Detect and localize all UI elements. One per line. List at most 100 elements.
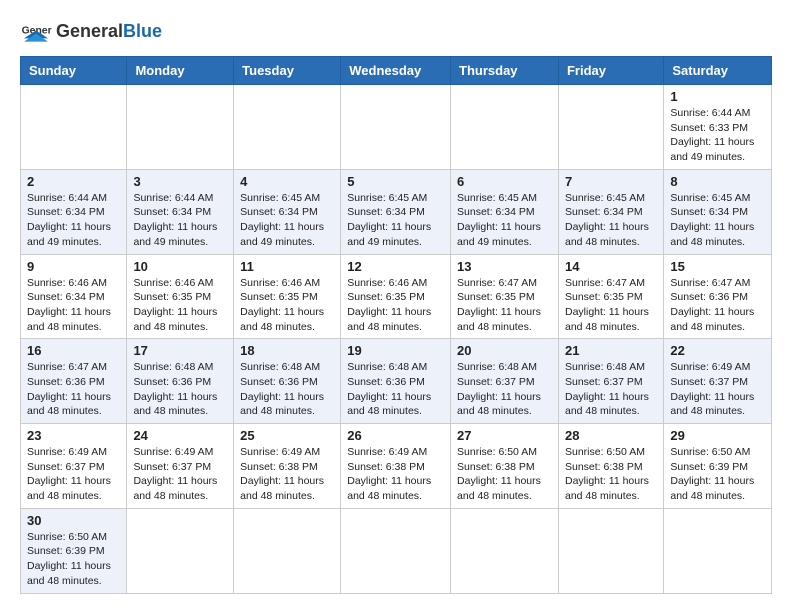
- day-number: 26: [347, 428, 444, 443]
- day-number: 17: [133, 343, 227, 358]
- calendar-cell: 27Sunrise: 6:50 AM Sunset: 6:38 PM Dayli…: [451, 424, 559, 509]
- calendar-cell: 3Sunrise: 6:44 AM Sunset: 6:34 PM Daylig…: [127, 169, 234, 254]
- calendar-cell: 13 Sunrise: 6:47 AM Sunset: 6:35 PM Dayli…: [451, 254, 559, 339]
- day-number: 8: [670, 174, 765, 189]
- calendar-cell: 8 Sunrise: 6:45 AM Sunset: 6:34 PM Daylig…: [664, 169, 772, 254]
- calendar-cell: 6Sunrise: 6:45 AM Sunset: 6:34 PM Daylig…: [451, 169, 559, 254]
- day-number: 13: [457, 259, 552, 274]
- calendar-cell: 1 Sunrise: 6:44 AM Sunset: 6:33 PM Daylig…: [664, 85, 772, 170]
- day-number: 11: [240, 259, 334, 274]
- calendar-cell: 5Sunrise: 6:45 AM Sunset: 6:34 PM Daylig…: [341, 169, 451, 254]
- page-header: General GeneralBlue: [20, 16, 772, 48]
- day-number: 14: [565, 259, 657, 274]
- calendar-cell: 9 Sunrise: 6:46 AM Sunset: 6:34 PM Daylig…: [21, 254, 127, 339]
- day-info: Sunrise: 6:48 AM Sunset: 6:36 PM Dayligh…: [347, 360, 444, 419]
- day-info: Sunrise: 6:49 AM Sunset: 6:37 PM Dayligh…: [27, 445, 120, 504]
- day-number: 1: [670, 89, 765, 104]
- day-info: Sunrise: 6:49 AM Sunset: 6:38 PM Dayligh…: [347, 445, 444, 504]
- day-number: 30: [27, 513, 120, 528]
- day-info: Sunrise: 6:47 AM Sunset: 6:35 PM Dayligh…: [457, 276, 552, 335]
- day-info: Sunrise: 6:49 AM Sunset: 6:38 PM Dayligh…: [240, 445, 334, 504]
- calendar-cell: 29Sunrise: 6:50 AM Sunset: 6:39 PM Dayli…: [664, 424, 772, 509]
- calendar-cell: [234, 85, 341, 170]
- calendar-cell: 14 Sunrise: 6:47 AM Sunset: 6:35 PM Dayli…: [558, 254, 663, 339]
- calendar-cell: 26 Sunrise: 6:49 AM Sunset: 6:38 PM Dayli…: [341, 424, 451, 509]
- calendar-cell: 21 Sunrise: 6:48 AM Sunset: 6:37 PM Dayli…: [558, 339, 663, 424]
- day-number: 9: [27, 259, 120, 274]
- calendar-week-row: 23 Sunrise: 6:49 AM Sunset: 6:37 PM Dayli…: [21, 424, 772, 509]
- day-info: Sunrise: 6:46 AM Sunset: 6:34 PM Dayligh…: [27, 276, 120, 335]
- day-of-week-header: Tuesday: [234, 57, 341, 85]
- day-info: Sunrise: 6:44 AM Sunset: 6:33 PM Dayligh…: [670, 106, 765, 165]
- calendar-table: SundayMondayTuesdayWednesdayThursdayFrid…: [20, 56, 772, 594]
- day-info: Sunrise: 6:50 AM Sunset: 6:39 PM Dayligh…: [27, 530, 120, 589]
- calendar-cell: [127, 508, 234, 593]
- day-number: 23: [27, 428, 120, 443]
- calendar-cell: [341, 85, 451, 170]
- day-info: Sunrise: 6:48 AM Sunset: 6:36 PM Dayligh…: [133, 360, 227, 419]
- day-info: Sunrise: 6:48 AM Sunset: 6:37 PM Dayligh…: [565, 360, 657, 419]
- calendar-week-row: 9 Sunrise: 6:46 AM Sunset: 6:34 PM Daylig…: [21, 254, 772, 339]
- day-info: Sunrise: 6:50 AM Sunset: 6:39 PM Dayligh…: [670, 445, 765, 504]
- calendar-week-row: 1 Sunrise: 6:44 AM Sunset: 6:33 PM Daylig…: [21, 85, 772, 170]
- day-number: 3: [133, 174, 227, 189]
- day-number: 5: [347, 174, 444, 189]
- calendar-cell: 17 Sunrise: 6:48 AM Sunset: 6:36 PM Dayli…: [127, 339, 234, 424]
- day-of-week-header: Thursday: [451, 57, 559, 85]
- day-info: Sunrise: 6:46 AM Sunset: 6:35 PM Dayligh…: [347, 276, 444, 335]
- day-info: Sunrise: 6:44 AM Sunset: 6:34 PM Dayligh…: [27, 191, 120, 250]
- day-info: Sunrise: 6:47 AM Sunset: 6:35 PM Dayligh…: [565, 276, 657, 335]
- calendar-cell: 23 Sunrise: 6:49 AM Sunset: 6:37 PM Dayli…: [21, 424, 127, 509]
- calendar-cell: [664, 508, 772, 593]
- day-info: Sunrise: 6:47 AM Sunset: 6:36 PM Dayligh…: [670, 276, 765, 335]
- day-number: 24: [133, 428, 227, 443]
- day-number: 19: [347, 343, 444, 358]
- day-number: 4: [240, 174, 334, 189]
- calendar-cell: 10 Sunrise: 6:46 AM Sunset: 6:35 PM Dayli…: [127, 254, 234, 339]
- calendar-cell: [234, 508, 341, 593]
- day-info: Sunrise: 6:45 AM Sunset: 6:34 PM Dayligh…: [565, 191, 657, 250]
- day-number: 12: [347, 259, 444, 274]
- calendar-cell: 19 Sunrise: 6:48 AM Sunset: 6:36 PM Dayli…: [341, 339, 451, 424]
- calendar-cell: 18Sunrise: 6:48 AM Sunset: 6:36 PM Dayli…: [234, 339, 341, 424]
- calendar-cell: 25 Sunrise: 6:49 AM Sunset: 6:38 PM Dayli…: [234, 424, 341, 509]
- calendar-cell: [21, 85, 127, 170]
- calendar-cell: 7 Sunrise: 6:45 AM Sunset: 6:34 PM Daylig…: [558, 169, 663, 254]
- day-number: 7: [565, 174, 657, 189]
- day-number: 25: [240, 428, 334, 443]
- calendar-cell: [558, 85, 663, 170]
- calendar-week-row: 2 Sunrise: 6:44 AM Sunset: 6:34 PM Daylig…: [21, 169, 772, 254]
- calendar-cell: 16Sunrise: 6:47 AM Sunset: 6:36 PM Dayli…: [21, 339, 127, 424]
- day-info: Sunrise: 6:45 AM Sunset: 6:34 PM Dayligh…: [457, 191, 552, 250]
- day-number: 10: [133, 259, 227, 274]
- calendar-cell: 20Sunrise: 6:48 AM Sunset: 6:37 PM Dayli…: [451, 339, 559, 424]
- day-number: 2: [27, 174, 120, 189]
- day-number: 27: [457, 428, 552, 443]
- calendar-cell: 24Sunrise: 6:49 AM Sunset: 6:37 PM Dayli…: [127, 424, 234, 509]
- calendar-cell: [127, 85, 234, 170]
- day-info: Sunrise: 6:46 AM Sunset: 6:35 PM Dayligh…: [133, 276, 227, 335]
- day-of-week-header: Monday: [127, 57, 234, 85]
- day-info: Sunrise: 6:49 AM Sunset: 6:37 PM Dayligh…: [670, 360, 765, 419]
- day-number: 21: [565, 343, 657, 358]
- day-number: 16: [27, 343, 120, 358]
- calendar-cell: 2 Sunrise: 6:44 AM Sunset: 6:34 PM Daylig…: [21, 169, 127, 254]
- day-of-week-header: Sunday: [21, 57, 127, 85]
- calendar-cell: [451, 85, 559, 170]
- calendar-cell: [341, 508, 451, 593]
- calendar-cell: 28 Sunrise: 6:50 AM Sunset: 6:38 PM Dayli…: [558, 424, 663, 509]
- calendar-cell: 12 Sunrise: 6:46 AM Sunset: 6:35 PM Dayli…: [341, 254, 451, 339]
- day-info: Sunrise: 6:48 AM Sunset: 6:36 PM Dayligh…: [240, 360, 334, 419]
- calendar-cell: 30 Sunrise: 6:50 AM Sunset: 6:39 PM Dayli…: [21, 508, 127, 593]
- day-number: 22: [670, 343, 765, 358]
- calendar-cell: 4Sunrise: 6:45 AM Sunset: 6:34 PM Daylig…: [234, 169, 341, 254]
- day-info: Sunrise: 6:50 AM Sunset: 6:38 PM Dayligh…: [565, 445, 657, 504]
- day-of-week-header: Saturday: [664, 57, 772, 85]
- day-info: Sunrise: 6:45 AM Sunset: 6:34 PM Dayligh…: [670, 191, 765, 250]
- day-number: 20: [457, 343, 552, 358]
- day-number: 28: [565, 428, 657, 443]
- logo: General GeneralBlue: [20, 16, 162, 48]
- day-of-week-header: Wednesday: [341, 57, 451, 85]
- day-info: Sunrise: 6:46 AM Sunset: 6:35 PM Dayligh…: [240, 276, 334, 335]
- calendar-cell: [451, 508, 559, 593]
